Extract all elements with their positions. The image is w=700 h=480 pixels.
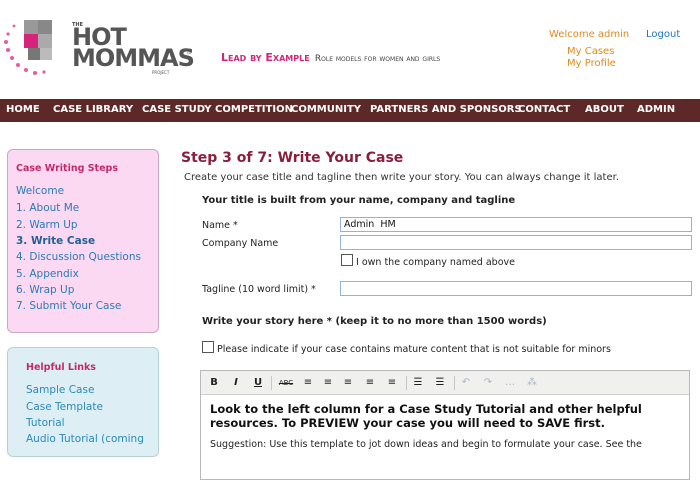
nav-admin[interactable]: ADMIN: [637, 104, 675, 115]
site-tagline: Lead by Example Role models for women an…: [221, 51, 440, 64]
site-header: THE HOT MOMMAS ™ PROJECT Lead by Example…: [0, 0, 700, 98]
align-justify-icon[interactable]: ≡: [385, 376, 399, 390]
step-link-wrap-up[interactable]: 6. Wrap Up: [16, 284, 74, 296]
strikethrough-icon[interactable]: ABC: [276, 376, 296, 390]
numbered-list-icon[interactable]: ☰: [433, 376, 447, 390]
align-right-icon[interactable]: ≡: [363, 376, 377, 390]
page-title: Step 3 of 7: Write Your Case: [181, 150, 404, 166]
paste-format-icon[interactable]: ≡: [301, 376, 315, 390]
logo-mommas-text: MOMMAS: [72, 44, 195, 72]
italic-icon[interactable]: I: [229, 376, 243, 390]
editor-suggestion-text: Suggestion: Use this template to jot dow…: [210, 439, 642, 450]
title-section-heading: Your title is built from your name, comp…: [202, 195, 516, 206]
editor-toolbar: B I U ABC ≡ ≡ ≡ ≡ ≡ ☰ ☰ ↶ ↷ … ⁂: [201, 371, 689, 395]
nav-case-study-competition[interactable]: CASE STUDY COMPETITION: [142, 104, 293, 115]
mature-content-checkbox[interactable]: [202, 341, 214, 353]
tagline-emphasis: Lead by Example: [221, 51, 310, 64]
helpful-link-audio-tutorial[interactable]: Audio Tutorial (coming: [26, 433, 144, 445]
helpful-link-tutorial[interactable]: Tutorial: [26, 417, 65, 429]
tagline-text: Role models for women and girls: [314, 54, 441, 64]
redo-icon[interactable]: ↷: [481, 376, 495, 390]
nav-community[interactable]: COMMUNITY: [291, 104, 361, 115]
logo-trademark: ™: [186, 52, 192, 59]
company-name-label: Company Name: [202, 238, 279, 249]
toolbar-separator: [406, 376, 407, 390]
case-writing-steps-panel: Case Writing Steps Welcome 1. About Me 2…: [7, 149, 159, 333]
underline-icon[interactable]: U: [251, 376, 265, 390]
step-link-welcome[interactable]: Welcome: [16, 185, 64, 197]
align-left-icon[interactable]: ≡: [321, 376, 335, 390]
tagline-label: Tagline (10 word limit) *: [202, 284, 316, 295]
step-link-appendix[interactable]: 5. Appendix: [16, 268, 79, 280]
bold-icon[interactable]: B: [207, 376, 221, 390]
helpful-links-panel: Helpful Links Sample Case Case Template …: [7, 347, 159, 457]
step-link-warm-up[interactable]: 2. Warm Up: [16, 219, 78, 231]
logout-link[interactable]: Logout: [646, 29, 680, 40]
step-link-submit-case[interactable]: 7. Submit Your Case: [16, 300, 121, 312]
tagline-field[interactable]: [340, 281, 692, 296]
logo-project-text: PROJECT: [152, 70, 170, 75]
align-center-icon[interactable]: ≡: [341, 376, 355, 390]
undo-icon[interactable]: ↶: [459, 376, 473, 390]
nav-partners-sponsors[interactable]: PARTNERS AND SPONSORS: [370, 104, 522, 115]
toolbar-separator: [454, 376, 455, 390]
page-subtitle: Create your case title and tagline then …: [184, 172, 619, 183]
toolbar-separator: [271, 376, 272, 390]
step-link-write-case[interactable]: 3. Write Case: [16, 235, 95, 247]
company-name-field[interactable]: [340, 235, 692, 250]
story-editor[interactable]: B I U ABC ≡ ≡ ≡ ≡ ≡ ☰ ☰ ↶ ↷ … ⁂ Look to …: [200, 370, 690, 480]
editor-instructions-bold: Look to the left column for a Case Study…: [210, 402, 642, 430]
bullet-list-icon[interactable]: ☰: [411, 376, 425, 390]
step-link-about-me[interactable]: 1. About Me: [16, 202, 79, 214]
my-cases-link[interactable]: My Cases: [567, 46, 614, 57]
helpful-links-title: Helpful Links: [26, 362, 96, 373]
nav-contact[interactable]: CONTACT: [518, 104, 570, 115]
name-field[interactable]: [340, 217, 692, 232]
main-nav: HOME CASE LIBRARY CASE STUDY COMPETITION…: [0, 99, 700, 122]
logo-mark-icon: [4, 20, 52, 75]
nav-home[interactable]: HOME: [6, 104, 40, 115]
hot-mommas-logo[interactable]: THE HOT MOMMAS ™ PROJECT: [2, 14, 197, 84]
name-label: Name *: [202, 220, 238, 231]
step-link-discussion-questions[interactable]: 4. Discussion Questions: [16, 251, 141, 263]
steps-title: Case Writing Steps: [16, 163, 118, 174]
nav-about[interactable]: ABOUT: [585, 104, 624, 115]
helpful-link-case-template[interactable]: Case Template: [26, 401, 103, 413]
story-section-heading: Write your story here * (keep it to no m…: [202, 316, 547, 327]
welcome-text: Welcome admin: [549, 29, 630, 40]
own-company-checkbox[interactable]: [341, 254, 353, 266]
helpful-link-sample-case[interactable]: Sample Case: [26, 384, 94, 396]
unlink-icon[interactable]: ⁂: [525, 376, 539, 390]
link-icon[interactable]: …: [503, 376, 517, 390]
own-company-label: I own the company named above: [356, 257, 515, 268]
my-profile-link[interactable]: My Profile: [567, 58, 616, 69]
nav-case-library[interactable]: CASE LIBRARY: [53, 104, 133, 115]
mature-content-label: Please indicate if your case contains ma…: [217, 344, 611, 355]
